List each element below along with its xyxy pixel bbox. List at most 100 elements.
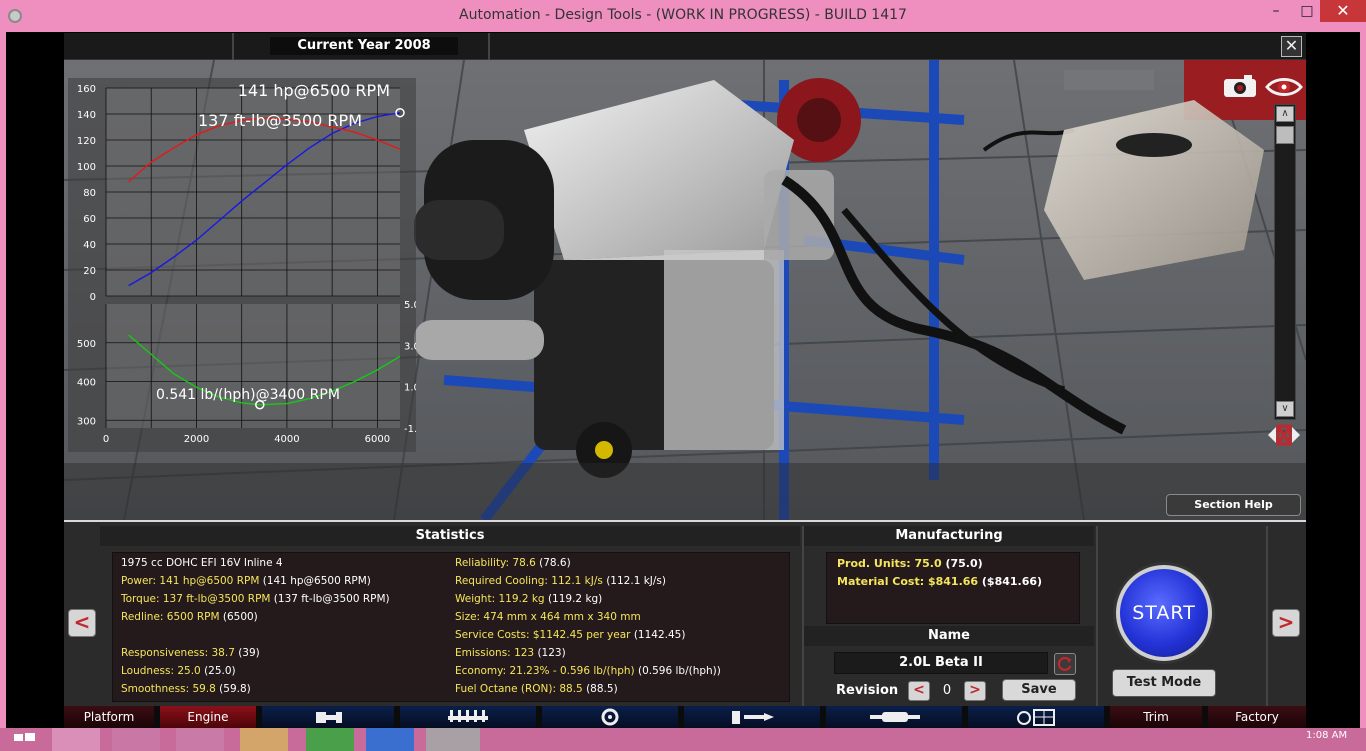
divider bbox=[488, 33, 490, 60]
stat-reliability: Reliability: 78.6 (78.6) bbox=[455, 557, 571, 569]
tab-factory[interactable]: Factory bbox=[1208, 706, 1306, 728]
save-button[interactable]: Save bbox=[1002, 679, 1076, 701]
window-title: Automation - Design Tools - (WORK IN PRO… bbox=[459, 7, 907, 23]
tab-fuel-system[interactable] bbox=[684, 706, 820, 728]
y-tick-label: 20 bbox=[83, 266, 96, 277]
reset-view-icon[interactable] bbox=[1266, 422, 1302, 448]
y-tick-label: 120 bbox=[77, 136, 96, 147]
y2-tick-label: 5.0 bbox=[404, 300, 416, 311]
revision-next-button[interactable]: > bbox=[964, 681, 986, 701]
revision-value: 0 bbox=[942, 683, 952, 698]
stat-emissions: Emissions: 123 (123) bbox=[455, 647, 566, 659]
y-tick-label: 160 bbox=[77, 84, 96, 95]
turbo-icon bbox=[601, 708, 619, 726]
tab-engine[interactable]: Engine bbox=[160, 706, 256, 728]
stat-smoothness: Smoothness: 59.8 (59.8) bbox=[121, 683, 251, 695]
x-tick-label: 0 bbox=[103, 434, 109, 445]
section-help-button[interactable]: Section Help bbox=[1166, 494, 1301, 516]
engine-name-field[interactable]: 2.0L Beta II bbox=[834, 652, 1048, 674]
stat-economy: Economy: 21.23% - 0.596 lb/(hph) (0.596 … bbox=[455, 665, 721, 677]
camera-icon[interactable] bbox=[1222, 74, 1258, 98]
close-panel-button[interactable]: ✕ bbox=[1281, 36, 1302, 57]
tab-exhaust[interactable] bbox=[826, 706, 962, 728]
maximize-button[interactable]: □ bbox=[1293, 0, 1321, 22]
y-tick-label: 140 bbox=[77, 110, 96, 121]
stat-size: Size: 474 mm x 464 mm x 340 mm bbox=[455, 611, 641, 623]
tab-turbo[interactable] bbox=[542, 706, 678, 728]
stat-power: Power: 141 hp@6500 RPM (141 hp@6500 RPM) bbox=[121, 575, 371, 587]
stat-service-costs: Service Costs: $1142.45 per year (1142.4… bbox=[455, 629, 686, 641]
current-year-label: Current Year 2008 bbox=[270, 37, 458, 55]
statistics-box: 1975 cc DOHC EFI 16V Inline 4 Power: 141… bbox=[112, 552, 790, 702]
manufacturing-box: Prod. Units: 75.0 (75.0) Material Cost: … bbox=[826, 552, 1080, 624]
taskbar-app-icon[interactable] bbox=[366, 728, 414, 751]
minimize-button[interactable]: – bbox=[1262, 0, 1290, 22]
performance-graph-panel: 0 20 40 60 80 100 120 140 160 300 400 500 -1.0 1.0 3.0… bbox=[68, 78, 424, 452]
taskbar-ie-icon[interactable] bbox=[52, 728, 100, 751]
y2-tick-label: 3.0 bbox=[404, 341, 416, 352]
plot-area bbox=[106, 304, 400, 428]
tab-cylinders[interactable] bbox=[400, 706, 536, 728]
y-tick-label: 40 bbox=[83, 240, 96, 251]
taskbar-explorer-icon[interactable] bbox=[112, 728, 160, 751]
tab-platform[interactable]: Platform bbox=[64, 706, 154, 728]
refresh-name-icon[interactable] bbox=[1054, 653, 1076, 675]
x-tick-label: 2000 bbox=[184, 434, 209, 445]
power-peak-label: 141 hp@6500 RPM bbox=[238, 81, 390, 100]
economy-peak-label: 0.541 lb/(hph)@3400 RPM bbox=[156, 387, 340, 403]
divider bbox=[1096, 526, 1098, 706]
y-tick-label: 60 bbox=[83, 214, 96, 225]
next-section-button[interactable]: > bbox=[1272, 609, 1300, 637]
taskbar-app-icon[interactable] bbox=[176, 728, 224, 751]
y2-tick-label: -1.0 bbox=[404, 424, 416, 435]
exhaust-icon bbox=[870, 712, 920, 722]
start-button[interactable]: START bbox=[1116, 565, 1212, 661]
revision-label: Revision bbox=[836, 683, 899, 698]
y2-tick-label: 1.0 bbox=[404, 383, 416, 394]
top-bar: Current Year 2008 bbox=[64, 33, 1306, 60]
stat-fuel-octane: Fuel Octane (RON): 88.5 (88.5) bbox=[455, 683, 618, 695]
tab-trim[interactable]: Trim bbox=[1110, 706, 1202, 728]
app-window: Automation - Design Tools - (WORK IN PRO… bbox=[0, 0, 1366, 751]
scrollbar-thumb[interactable] bbox=[1276, 126, 1294, 144]
windows-start-icon[interactable] bbox=[10, 728, 38, 751]
bottom-panel: < Statistics 1975 cc DOHC EFI 16V Inline… bbox=[64, 520, 1306, 706]
name-header: Name bbox=[804, 626, 1094, 646]
stat-cooling: Required Cooling: 112.1 kJ/s (112.1 kJ/s… bbox=[455, 575, 666, 587]
previous-section-button[interactable]: < bbox=[68, 609, 96, 637]
taskbar-app-icon[interactable] bbox=[240, 728, 288, 751]
scroll-up-button[interactable]: ∧ bbox=[1276, 106, 1294, 122]
taskbar-automation-icon[interactable] bbox=[426, 728, 480, 751]
y-tick-label: 80 bbox=[83, 188, 96, 199]
divider bbox=[232, 33, 234, 60]
eye-icon[interactable] bbox=[1265, 76, 1303, 98]
tab-ecu[interactable] bbox=[968, 706, 1104, 728]
stat-torque: Torque: 137 ft-lb@3500 RPM (137 ft-lb@35… bbox=[121, 593, 390, 605]
stat-redline: Redline: 6500 RPM (6500) bbox=[121, 611, 258, 623]
statistics-header: Statistics bbox=[100, 526, 800, 546]
taskbar-app-icon[interactable] bbox=[306, 728, 354, 751]
scroll-down-button[interactable]: ∨ bbox=[1276, 401, 1294, 417]
manufacturing-header: Manufacturing bbox=[804, 526, 1094, 546]
material-cost: Material Cost: $841.66 ($841.66) bbox=[837, 575, 1043, 588]
close-window-button[interactable]: ✕ bbox=[1320, 0, 1366, 22]
test-mode-button[interactable]: Test Mode bbox=[1112, 669, 1216, 697]
prod-units: Prod. Units: 75.0 (75.0) bbox=[837, 557, 983, 570]
stat-loudness: Loudness: 25.0 (25.0) bbox=[121, 665, 236, 677]
y-tick-label: 0 bbox=[90, 292, 96, 303]
y-tick-label: 500 bbox=[77, 339, 96, 350]
stat-responsiveness: Responsiveness: 38.7 (39) bbox=[121, 647, 260, 659]
x-tick-label: 6000 bbox=[365, 434, 390, 445]
revision-prev-button[interactable]: < bbox=[908, 681, 930, 701]
engine-description: 1975 cc DOHC EFI 16V Inline 4 bbox=[121, 557, 283, 569]
x-tick-label: 4000 bbox=[274, 434, 299, 445]
y-tick-label: 400 bbox=[77, 378, 96, 389]
divider bbox=[802, 526, 804, 706]
cylinders-icon bbox=[448, 710, 488, 722]
scrollbar-track[interactable] bbox=[1274, 104, 1296, 420]
gauge-icon bbox=[1017, 709, 1055, 726]
fuel-pump-icon bbox=[732, 711, 774, 724]
os-taskbar: 1:08 AM bbox=[0, 728, 1366, 751]
tab-engine-block[interactable] bbox=[262, 706, 394, 728]
torque-peak-label: 137 ft-lb@3500 RPM bbox=[198, 111, 362, 130]
